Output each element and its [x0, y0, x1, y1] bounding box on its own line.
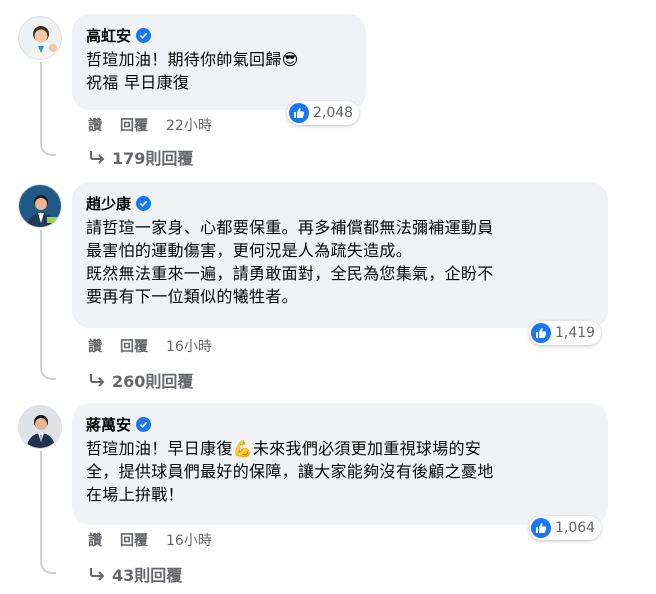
reply-link[interactable]: 回覆	[120, 336, 148, 356]
comment-actions: 讚 回覆 16小時	[88, 336, 212, 356]
avatar[interactable]	[18, 184, 62, 228]
verified-check-icon	[136, 195, 152, 211]
avatar[interactable]	[18, 16, 62, 60]
reaction-number: 2,048	[313, 105, 354, 121]
reaction-count[interactable]: 1,064	[529, 516, 602, 540]
reply-link[interactable]: 回覆	[120, 530, 148, 550]
thread-elbow	[40, 340, 56, 380]
timestamp[interactable]: 22小時	[166, 115, 212, 135]
thread-elbow	[40, 120, 56, 156]
comment-text: 哲瑄加油！早日康復💪未來我們必須更加重視球場的安 全，提供球員們最好的保障，讓大…	[86, 439, 494, 504]
like-link[interactable]: 讚	[88, 530, 102, 550]
view-replies-link[interactable]: 179則回覆	[88, 145, 193, 169]
replies-count: 179則回覆	[112, 149, 194, 168]
reaction-number: 1,419	[555, 325, 596, 341]
view-replies-link[interactable]: 43則回覆	[88, 562, 182, 586]
reaction-count[interactable]: 2,048	[287, 101, 360, 125]
view-replies-link[interactable]: 260則回覆	[88, 368, 193, 392]
reaction-number: 1,064	[555, 520, 596, 536]
verified-check-icon	[136, 27, 152, 43]
thread-line	[40, 451, 42, 541]
comment-bubble: 高虹安 哲瑄加油！期待你帥氣回歸😎 祝福 早日康復	[72, 14, 366, 110]
avatar-photo	[19, 17, 61, 59]
reply-arrow-icon	[90, 151, 105, 164]
comment-bubble: 蔣萬安 哲瑄加油！早日康復💪未來我們必須更加重視球場的安 全，提供球員們最好的保…	[72, 403, 608, 525]
avatar-photo	[19, 185, 61, 227]
thumbs-up-icon	[531, 323, 551, 343]
commenter-name[interactable]: 蔣萬安	[86, 414, 131, 435]
thumbs-up-icon	[289, 103, 309, 123]
commenter-name[interactable]: 高虹安	[86, 25, 131, 46]
comment-text: 請哲瑄一家身、心都要保重。再多補償都無法彌補運動員 最害怕的運動傷害，更何況是人…	[86, 218, 494, 306]
reply-link[interactable]: 回覆	[120, 115, 148, 135]
like-link[interactable]: 讚	[88, 336, 102, 356]
replies-count: 43則回覆	[112, 566, 183, 585]
avatar-photo	[19, 406, 61, 448]
comment-actions: 讚 回覆 22小時	[88, 115, 212, 135]
thread-line	[40, 230, 42, 340]
commenter-name[interactable]: 趙少康	[86, 193, 131, 214]
like-link[interactable]: 讚	[88, 115, 102, 135]
thumbs-up-icon	[531, 518, 551, 538]
verified-check-icon	[136, 416, 152, 432]
thread-elbow	[40, 540, 56, 574]
timestamp[interactable]: 16小時	[166, 530, 212, 550]
comment-text: 哲瑄加油！期待你帥氣回歸😎 祝福 早日康復	[86, 50, 299, 92]
reply-arrow-icon	[90, 568, 105, 581]
reply-arrow-icon	[90, 374, 105, 387]
timestamp[interactable]: 16小時	[166, 336, 212, 356]
comment-actions: 讚 回覆 16小時	[88, 530, 212, 550]
comment-bubble: 趙少康 請哲瑄一家身、心都要保重。再多補償都無法彌補運動員 最害怕的運動傷害，更…	[72, 182, 608, 328]
replies-count: 260則回覆	[112, 372, 194, 391]
reaction-count[interactable]: 1,419	[529, 321, 602, 345]
avatar[interactable]	[18, 405, 62, 449]
